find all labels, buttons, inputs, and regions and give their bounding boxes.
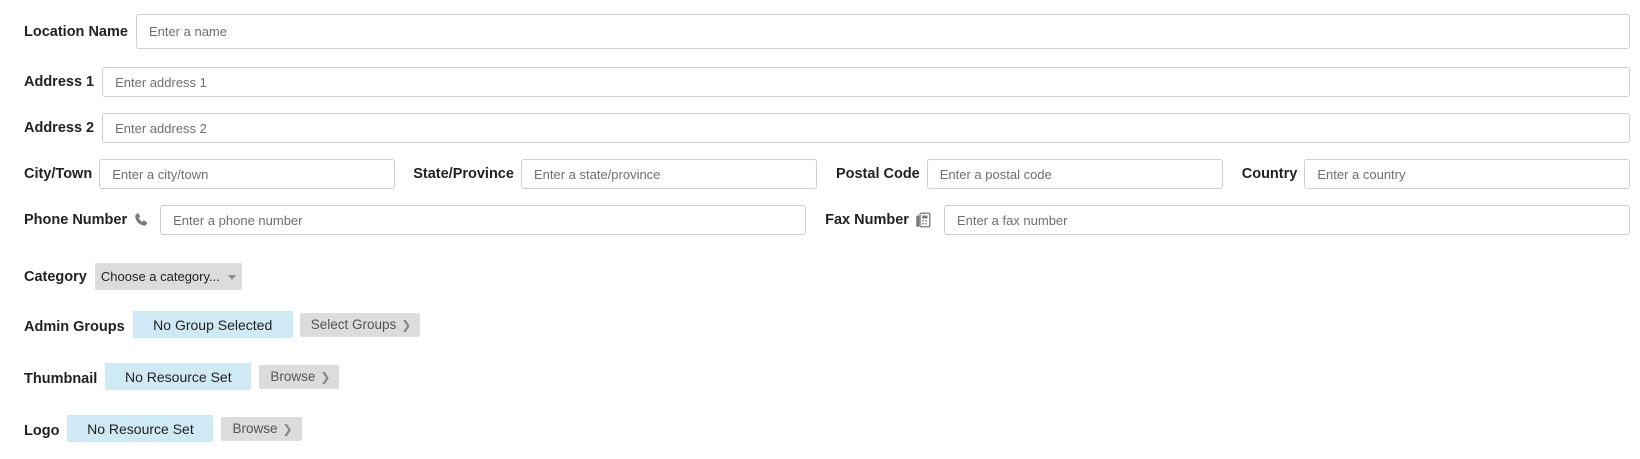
logo-label: Logo xyxy=(24,422,60,439)
country-input[interactable] xyxy=(1304,159,1630,189)
admin-groups-row: Admin Groups No Group Selected Select Gr… xyxy=(24,311,1630,338)
chevron-right-icon: ❯ xyxy=(401,317,412,332)
logo-status: No Resource Set xyxy=(67,415,214,442)
phone-fax-row: Phone Number Fax Number xyxy=(24,205,1630,235)
admin-groups-label: Admin Groups xyxy=(24,318,125,335)
category-row: Category Choose a category... xyxy=(24,263,1630,290)
city-input[interactable] xyxy=(99,159,396,189)
chevron-right-icon: ❯ xyxy=(282,421,293,436)
select-groups-button-label: Select Groups xyxy=(310,317,397,332)
state-label: State/Province xyxy=(413,166,514,182)
logo-browse-button[interactable]: Browse ❯ xyxy=(221,416,302,441)
address1-input[interactable] xyxy=(102,67,1630,97)
thumbnail-browse-button[interactable]: Browse ❯ xyxy=(259,364,340,389)
postal-code-label: Postal Code xyxy=(835,166,920,182)
fax-icon xyxy=(914,211,932,229)
logo-row: Logo No Resource Set Browse ❯ xyxy=(24,415,1630,442)
postal-code-input[interactable] xyxy=(926,159,1223,189)
thumbnail-browse-label: Browse xyxy=(270,369,316,384)
address1-row: Address 1 xyxy=(24,67,1630,97)
category-select[interactable]: Choose a category... xyxy=(94,263,242,290)
chevron-right-icon: ❯ xyxy=(320,369,331,384)
state-input[interactable] xyxy=(520,159,817,189)
admin-groups-status: No Group Selected xyxy=(132,311,293,338)
chevron-down-icon xyxy=(227,275,236,280)
city-state-postal-country-row: City/Town State/Province Postal Code Cou… xyxy=(24,159,1630,189)
phone-icon xyxy=(132,211,150,229)
phone-number-label: Phone Number xyxy=(24,212,128,228)
country-label: Country xyxy=(1241,166,1298,182)
fax-number-input[interactable] xyxy=(943,205,1630,235)
location-name-label: Location Name xyxy=(24,23,128,40)
thumbnail-status: No Resource Set xyxy=(105,363,252,390)
location-name-row: Location Name xyxy=(24,14,1630,49)
category-select-value: Choose a category... xyxy=(100,269,220,284)
phone-number-input[interactable] xyxy=(160,205,807,235)
city-label: City/Town xyxy=(24,166,93,182)
address1-label: Address 1 xyxy=(24,74,95,90)
thumbnail-row: Thumbnail No Resource Set Browse ❯ xyxy=(24,363,1630,390)
category-label: Category xyxy=(24,268,87,285)
fax-number-label: Fax Number xyxy=(825,212,909,228)
address2-row: Address 2 xyxy=(24,113,1630,143)
thumbnail-label: Thumbnail xyxy=(24,370,98,387)
select-groups-button[interactable]: Select Groups ❯ xyxy=(299,312,421,337)
address2-input[interactable] xyxy=(102,113,1630,143)
address2-label: Address 2 xyxy=(24,120,95,136)
location-name-input[interactable] xyxy=(135,14,1630,49)
logo-browse-label: Browse xyxy=(232,421,278,436)
